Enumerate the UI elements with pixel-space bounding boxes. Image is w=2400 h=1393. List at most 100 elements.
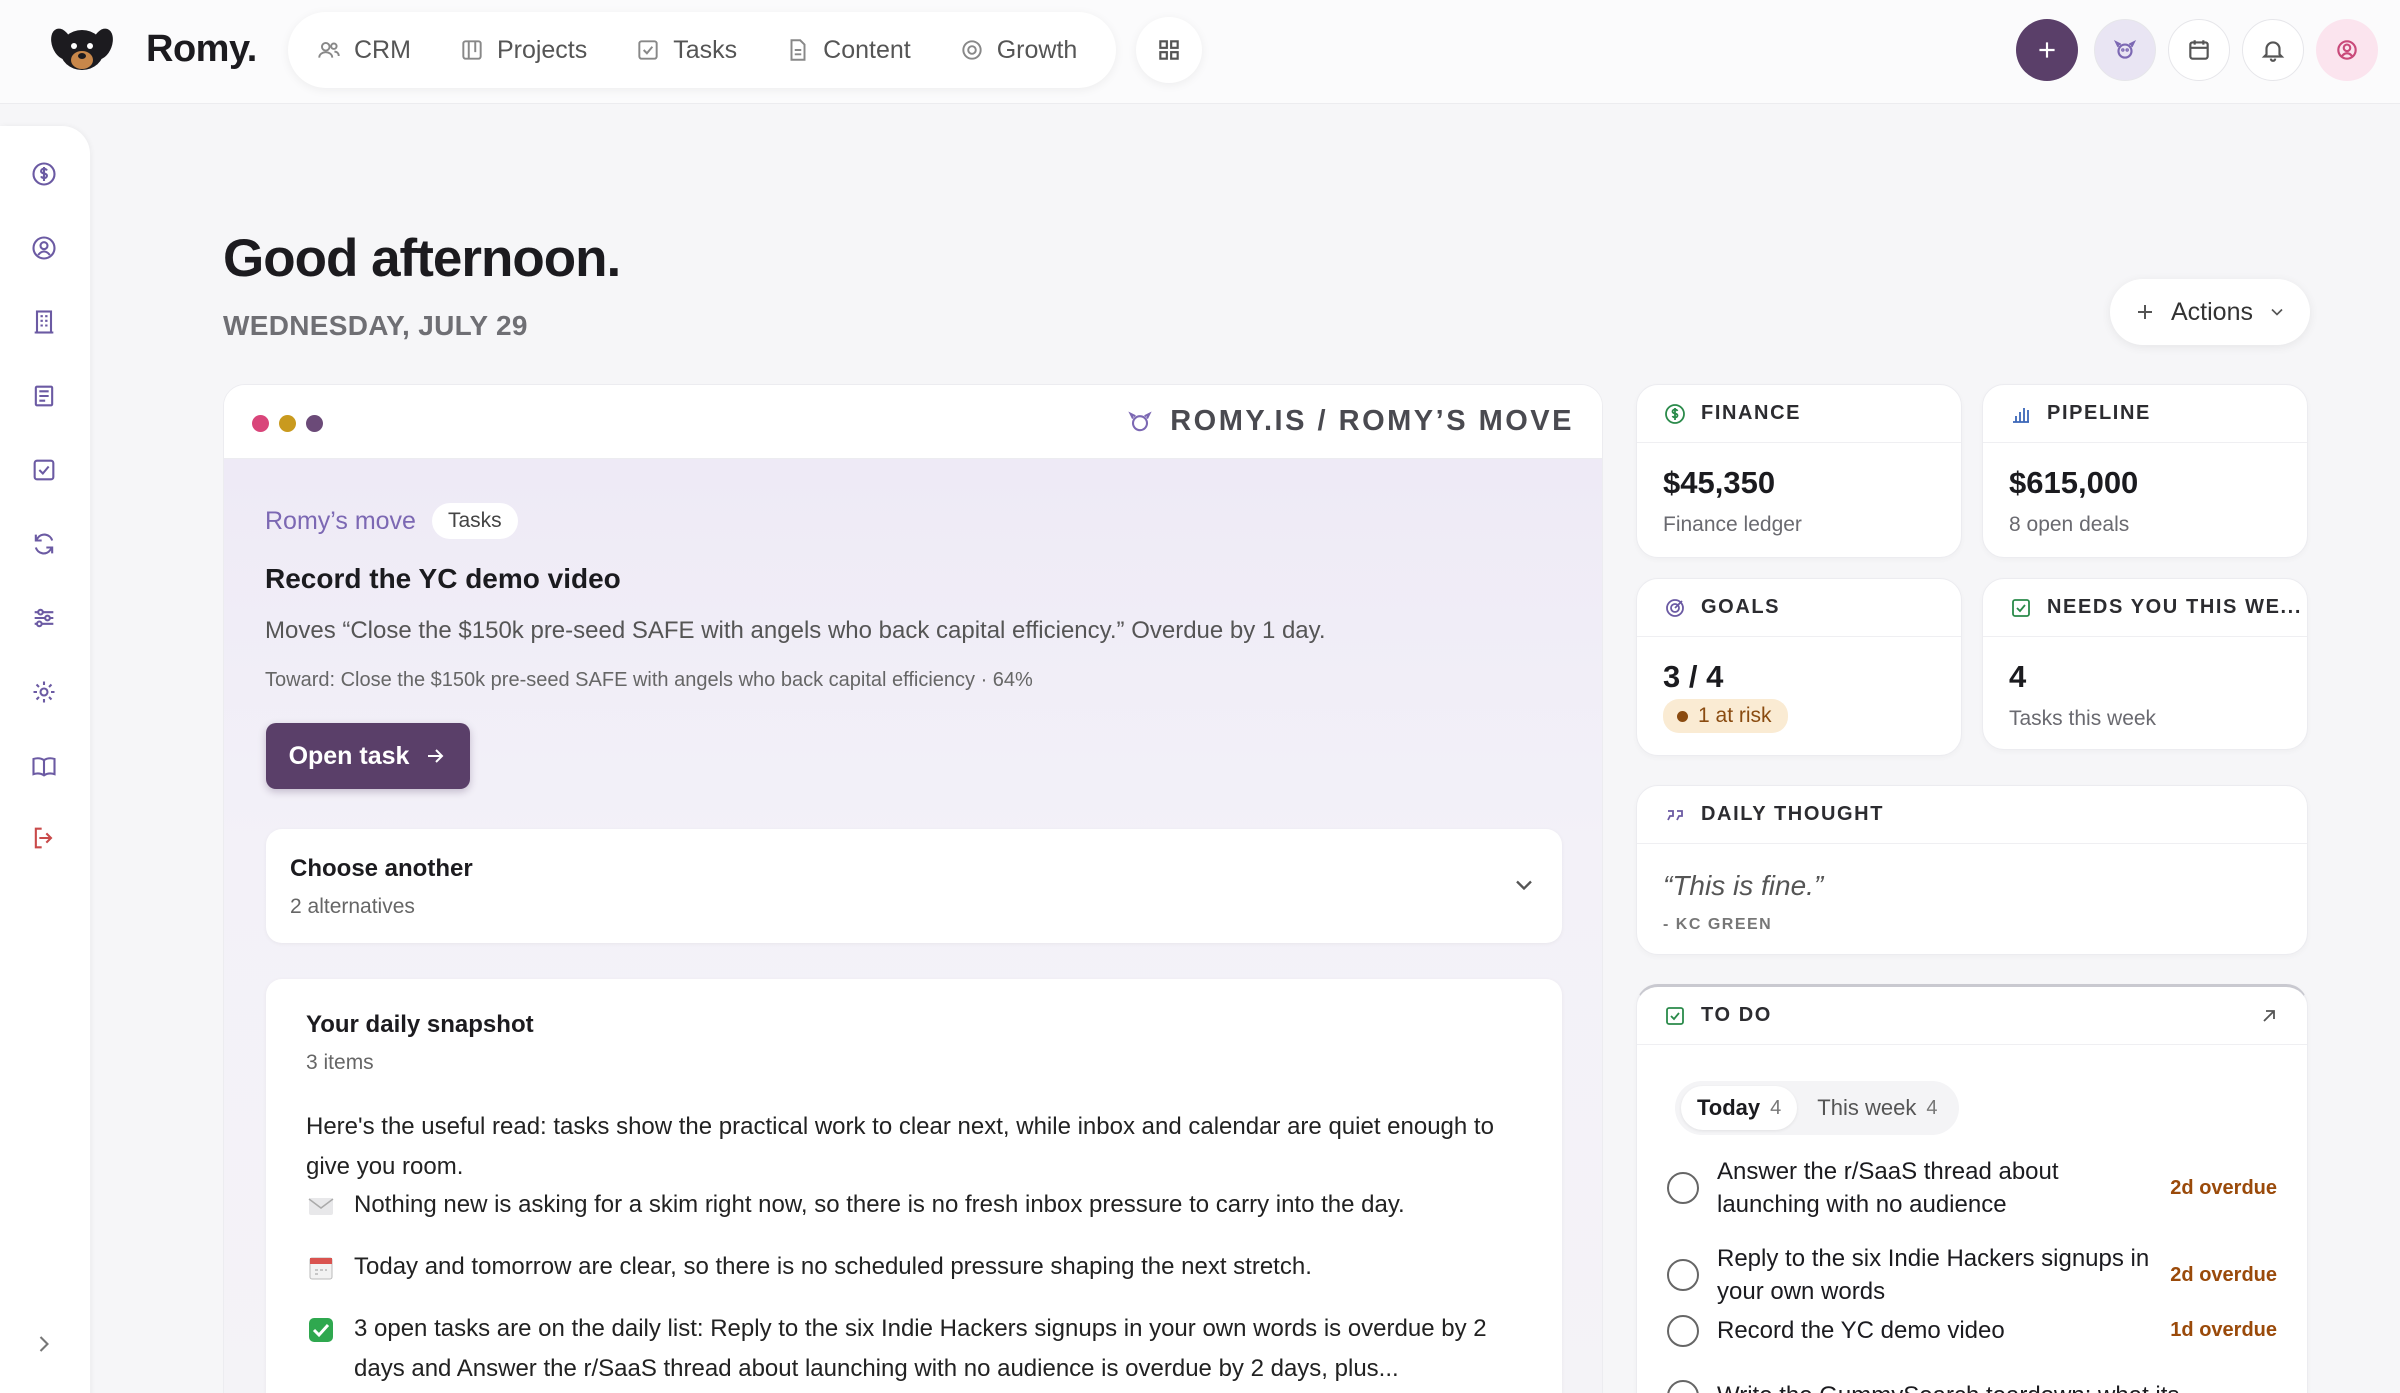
dog-face-icon <box>1128 410 1152 431</box>
choose-another-title: Choose another <box>290 855 473 882</box>
add-button[interactable] <box>2016 19 2078 81</box>
rail-expand[interactable] <box>30 1330 58 1358</box>
needs-you-card-title: NEEDS YOU THIS WE... <box>2047 596 2302 618</box>
nav-content-label: Content <box>823 35 911 64</box>
snapshot-item-tasks: 3 open tasks are on the daily list: Repl… <box>306 1309 1526 1389</box>
snapshot-item-inbox: Nothing new is asking for a skim right n… <box>306 1185 1526 1225</box>
todo-card-header: TO DO <box>1637 987 2307 1045</box>
todo-tabs: Today 4 This week 4 <box>1675 1081 1960 1135</box>
apps-grid-button[interactable] <box>1136 17 1202 83</box>
todo-card: TO DO Today 4 This week 4 Answer the r/S… <box>1636 984 2308 1393</box>
rail-logout[interactable] <box>30 824 58 852</box>
todo-item-text[interactable]: Reply to the six Indie Hackers signups i… <box>1717 1242 2158 1308</box>
goals-risk-text: 1 at risk <box>1698 704 1772 727</box>
nav-growth[interactable]: Growth <box>959 36 1077 65</box>
chevron-down-icon <box>1516 880 1532 891</box>
nav-projects-label: Projects <box>496 35 588 64</box>
target-icon <box>1666 598 1684 617</box>
window-dot-red <box>252 415 269 432</box>
rail-sync[interactable] <box>30 530 58 558</box>
todo-item-text[interactable]: Record the YC demo video <box>1717 1314 2158 1347</box>
tab-this-week[interactable]: This week 4 <box>1801 1086 1953 1130</box>
open-task-label: Open task <box>288 741 410 770</box>
open-task-button[interactable]: Open task <box>266 723 470 789</box>
finance-sub: Finance ledger <box>1663 513 1802 536</box>
tab-this-week-label: This week <box>1817 1095 1917 1120</box>
tab-today-count: 4 <box>1770 1096 1782 1119</box>
nav-crm[interactable]: CRM <box>316 36 411 65</box>
move-category-chip: Tasks <box>431 503 518 539</box>
needs-you-value: 4 <box>2009 659 2027 694</box>
pipeline-card-title: PIPELINE <box>2047 402 2151 424</box>
nav-projects[interactable]: Projects <box>459 36 587 65</box>
finance-card[interactable]: FINANCE $45,350 Finance ledger <box>1636 384 1962 558</box>
nav-content[interactable]: Content <box>785 36 911 65</box>
notifications-button[interactable] <box>2242 19 2304 81</box>
logout-icon <box>34 827 53 849</box>
dollar-circle-icon <box>32 162 56 186</box>
todo-item-text[interactable]: Answer the r/SaaS thread about launching… <box>1717 1155 2158 1221</box>
todo-checkbox[interactable] <box>1667 1259 1699 1291</box>
todo-item-status: 2d overdue <box>2170 1263 2277 1286</box>
rail-filters[interactable] <box>30 604 58 632</box>
snapshot-item-text: 3 open tasks are on the daily list: Repl… <box>354 1315 1487 1382</box>
move-task-title: Record the YC demo video <box>265 563 621 594</box>
risk-dot <box>1677 710 1688 722</box>
target-icon <box>962 40 982 60</box>
finance-card-title: FINANCE <box>1701 402 1802 424</box>
rail-contacts[interactable] <box>30 234 58 262</box>
rail-settings[interactable] <box>30 678 58 706</box>
needs-you-card[interactable]: NEEDS YOU THIS WE... 4 Tasks this week <box>1982 578 2308 750</box>
todo-card-title: TO DO <box>1701 1004 1772 1026</box>
pipeline-card[interactable]: PIPELINE $615,000 8 open deals <box>1982 384 2308 558</box>
brand-name[interactable]: Romy. <box>146 28 257 71</box>
rail-companies[interactable] <box>30 308 58 336</box>
todo-checkbox[interactable] <box>1667 1172 1699 1204</box>
window-dot-purple <box>306 415 323 432</box>
romys-move-panel: ROMY.IS / ROMY’S MOVE Romy’s move Tasks … <box>223 384 1603 1393</box>
todo-checkbox[interactable] <box>1667 1314 1699 1347</box>
todo-checkbox[interactable] <box>1667 1379 1699 1393</box>
rail-tasks[interactable] <box>30 456 58 484</box>
needs-you-card-header: NEEDS YOU THIS WE... <box>1983 579 2307 637</box>
todo-item: Answer the r/SaaS thread about launching… <box>1667 1155 2277 1221</box>
quote-icon <box>1667 809 1683 820</box>
todo-item: Reply to the six Indie Hackers signups i… <box>1667 1242 2277 1308</box>
chevron-down-icon <box>2271 308 2283 316</box>
checkbox-icon <box>33 459 55 481</box>
tab-today[interactable]: Today 4 <box>1681 1086 1798 1130</box>
dog-logo-icon[interactable] <box>50 22 114 74</box>
rail-finance[interactable] <box>30 160 58 188</box>
panel-path: ROMY.IS / ROMY’S MOVE <box>1126 405 1574 438</box>
rail-docs[interactable] <box>30 752 58 780</box>
snapshot-title: Your daily snapshot <box>306 1011 534 1038</box>
bar-chart-icon <box>2013 407 2029 423</box>
dollar-circle-icon <box>1665 403 1685 424</box>
tab-this-week-count: 4 <box>1926 1096 1938 1119</box>
main-nav: CRM Projects Tasks Content Growth <box>288 12 1116 88</box>
calendar-button[interactable] <box>2168 19 2230 81</box>
nav-tasks[interactable]: Tasks <box>635 36 737 65</box>
goals-risk-badge: 1 at risk <box>1663 699 1788 733</box>
open-book-icon <box>32 757 56 777</box>
user-circle-icon <box>2337 40 2357 60</box>
pipeline-value: $615,000 <box>2009 465 2139 500</box>
choose-another-dropdown[interactable]: Choose another 2 alternatives <box>266 829 1562 943</box>
actions-button[interactable]: Actions <box>2110 279 2310 345</box>
expand-arrow-icon[interactable] <box>2257 1004 2281 1028</box>
rail-notes[interactable] <box>30 382 58 410</box>
refresh-icon <box>34 533 54 555</box>
nav-tasks-label: Tasks <box>673 35 738 64</box>
notebook-icon <box>34 385 54 407</box>
assistant-button[interactable] <box>2094 19 2156 81</box>
daily-thought-quote: “This is fine.” <box>1663 870 1824 901</box>
snapshot-intro: Here's the useful read: tasks show the p… <box>306 1113 1494 1180</box>
todo-item-text[interactable]: Write the GummySearch teardown: what its… <box>1717 1379 2265 1393</box>
people-icon <box>318 41 340 58</box>
calendar-icon <box>2189 40 2209 60</box>
todo-item-status: 1d overdue <box>2170 1319 2277 1341</box>
profile-button[interactable] <box>2316 19 2378 81</box>
goals-card[interactable]: GOALS 3 / 4 1 at risk <box>1636 578 1962 756</box>
building-icon <box>34 310 54 334</box>
sliders-icon <box>34 608 54 628</box>
